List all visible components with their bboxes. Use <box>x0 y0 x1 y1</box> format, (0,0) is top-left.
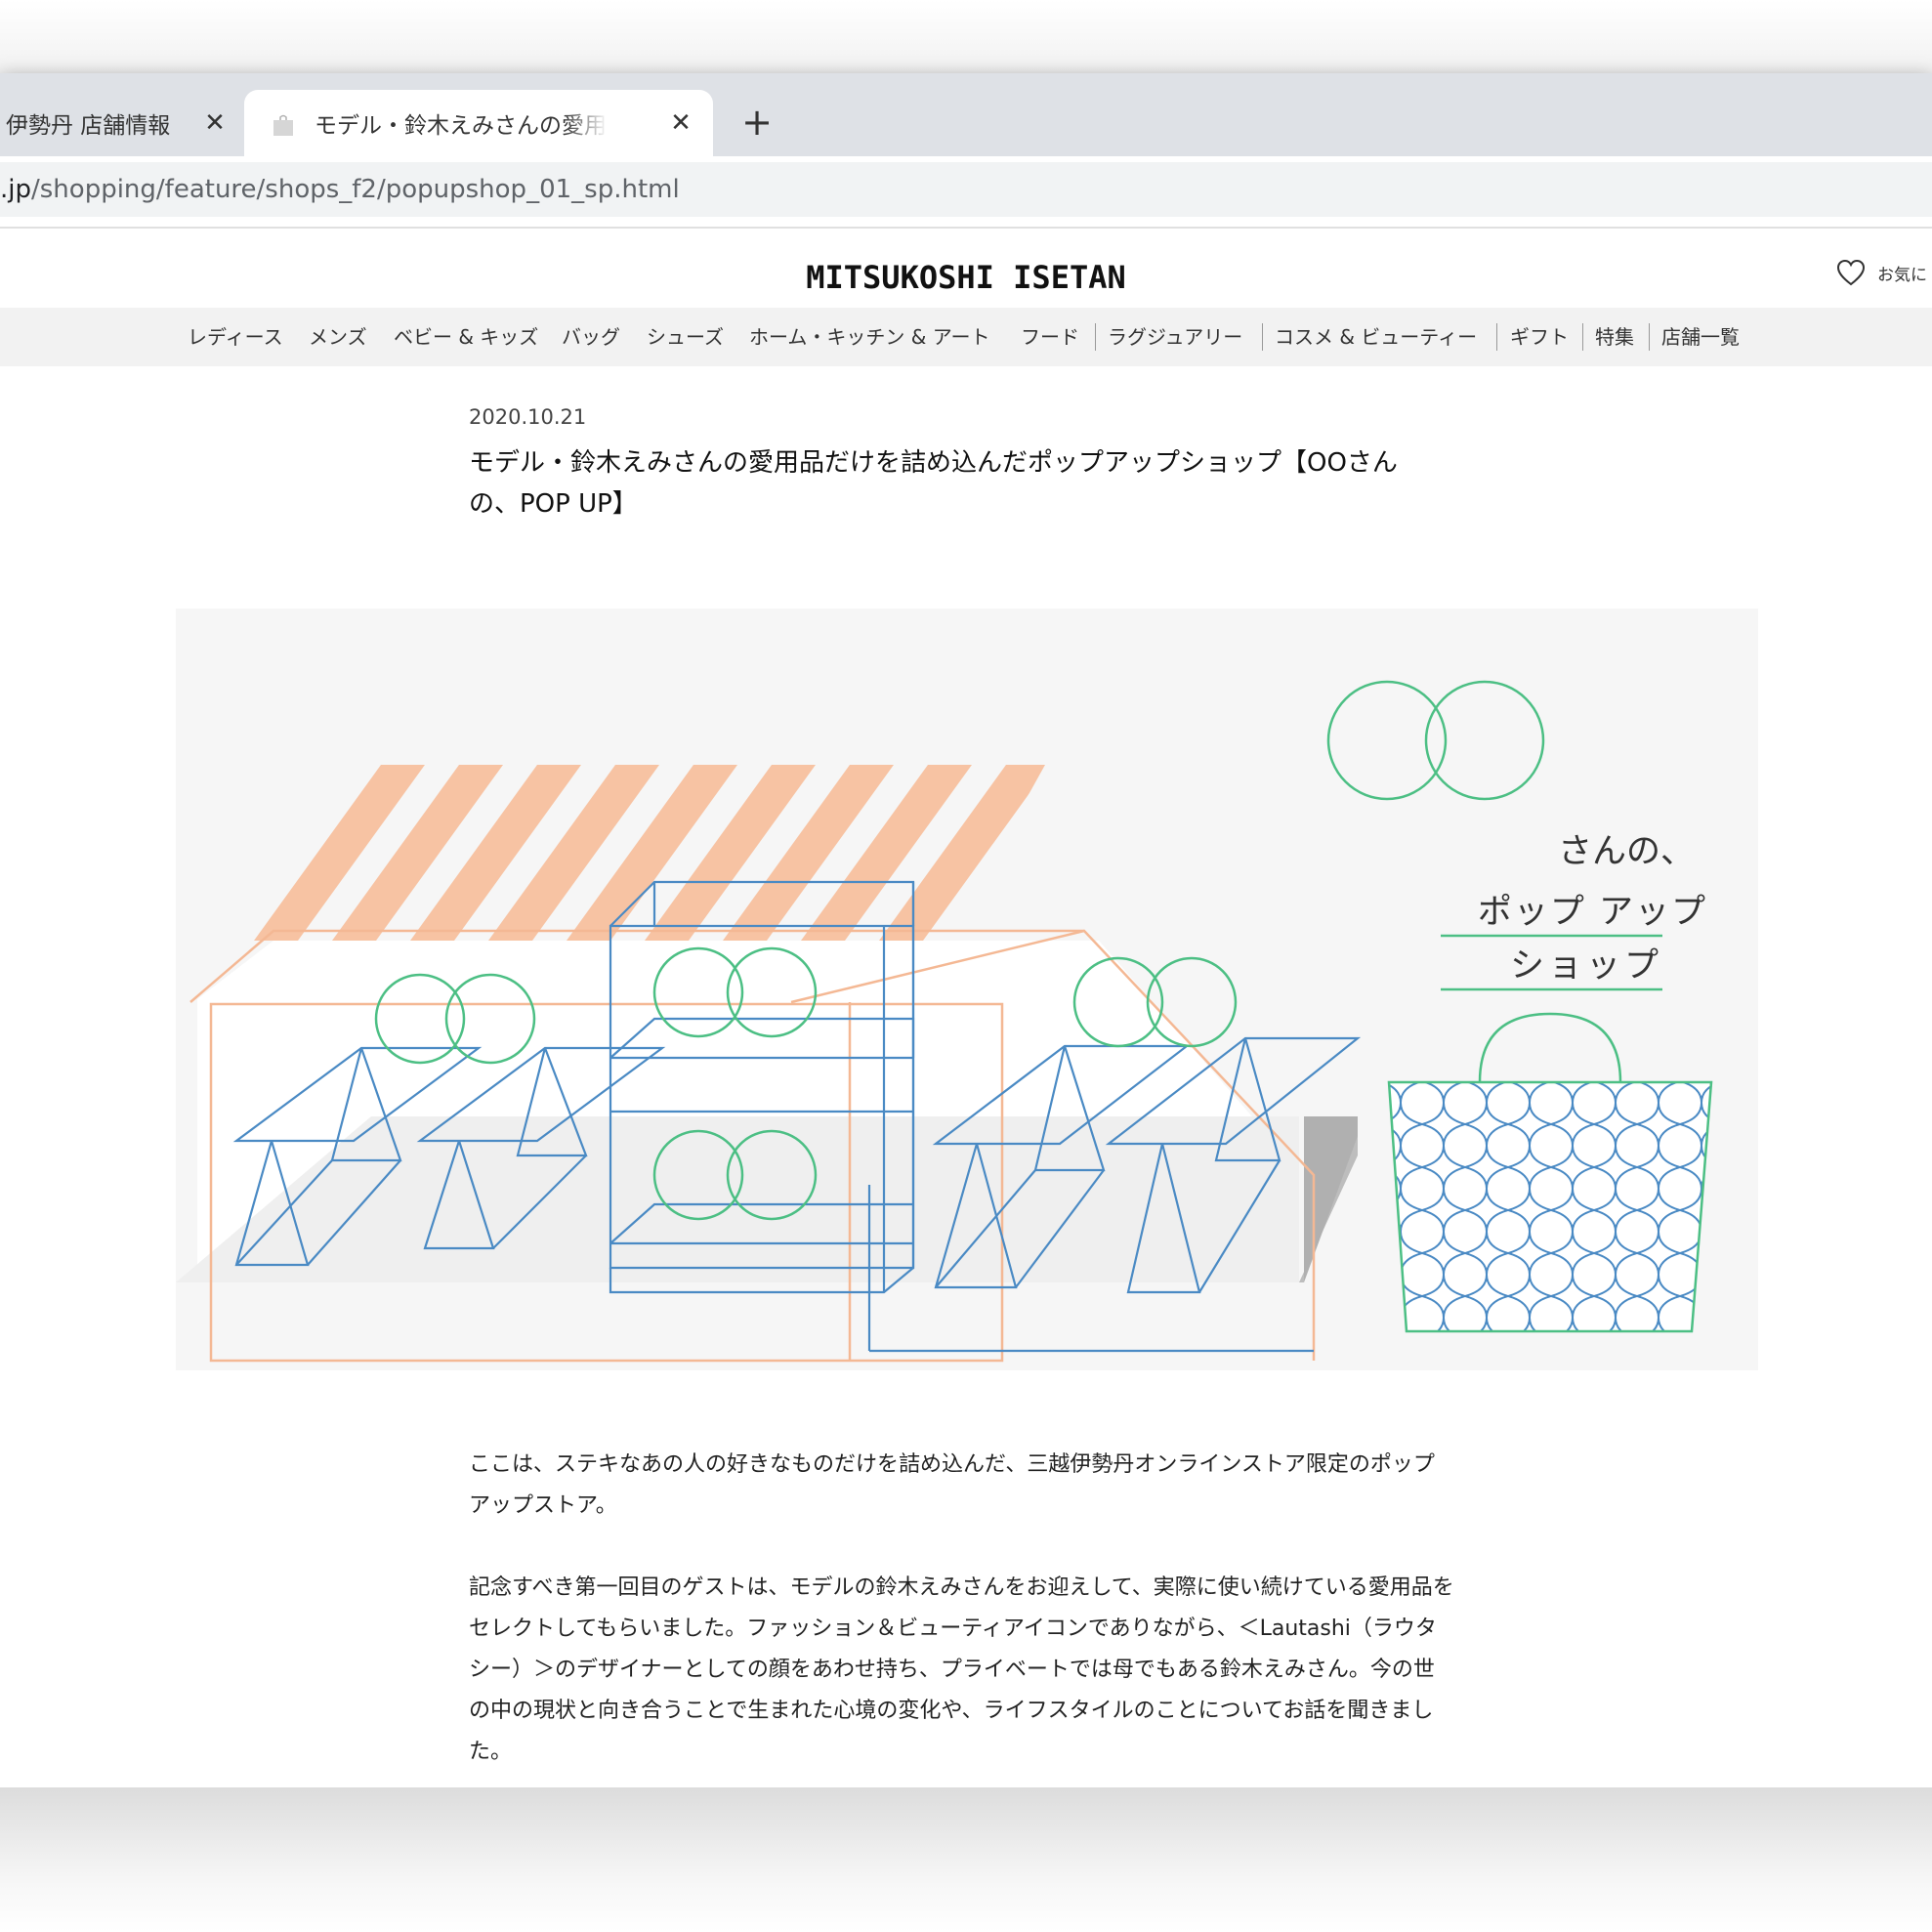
new-tab-plus-icon[interactable]: + <box>737 103 777 142</box>
site-logo[interactable]: MITSUKOSHI ISETAN <box>0 259 1932 296</box>
tab-title: モデル・鈴木えみさんの愛用品だけを詰め込んだポップアップショップ <box>315 113 608 139</box>
nav-item-home-kitchen-art[interactable]: ホーム・キッチン & アート <box>749 308 990 366</box>
roof-awning-stripes <box>254 765 1045 941</box>
nav-divider <box>1496 323 1497 351</box>
address-bar: .jp/shopping/feature/shops_f2/popupshop_… <box>0 156 1932 230</box>
nav-divider <box>1582 323 1583 351</box>
hero-caption-line2: ポップ アップ <box>1478 893 1707 932</box>
browser-window: 伊勢丹 店舗情報 ✕ モデル・鈴木えみさんの愛用品だけを詰め込んだポップアップシ… <box>0 73 1932 1787</box>
nav-item-mens[interactable]: メンズ <box>309 308 367 366</box>
heart-icon <box>1836 259 1866 286</box>
nav-item-luxury[interactable]: ラグジュアリー <box>1108 308 1242 366</box>
close-icon[interactable]: ✕ <box>666 108 695 138</box>
url-field[interactable]: .jp/shopping/feature/shops_f2/popupshop_… <box>0 162 1932 217</box>
url-path: /shopping/feature/shops_f2/popupshop_01_… <box>31 175 680 204</box>
nav-item-baby-kids[interactable]: ベビー & キッズ <box>394 308 538 366</box>
tab-store-info[interactable]: 伊勢丹 店舗情報 ✕ <box>0 90 239 156</box>
hero-caption-line3: ショップ <box>1510 946 1662 986</box>
close-icon[interactable]: ✕ <box>200 108 230 138</box>
url-host: .jp <box>0 175 31 204</box>
category-nav: レディース メンズ ベビー & キッズ バッグ シューズ ホーム・キッチン & … <box>0 308 1932 366</box>
desktop-background-top <box>0 0 1932 73</box>
nav-divider <box>1262 323 1263 351</box>
nav-divider <box>1095 323 1096 351</box>
article-title: モデル・鈴木えみさんの愛用品だけを詰め込んだポップアップショップ【OOさんの、P… <box>469 448 1398 519</box>
nav-item-bags[interactable]: バッグ <box>562 308 620 366</box>
toolbar-divider <box>0 227 1932 229</box>
desktop-background-bottom <box>0 1787 1932 1932</box>
nav-item-shoes[interactable]: シューズ <box>647 308 724 366</box>
nav-item-cosme-beauty[interactable]: コスメ & ビューティー <box>1275 308 1477 366</box>
hero-caption-line1: さんの、 <box>1558 832 1695 871</box>
tab-title: 伊勢丹 店舗情報 <box>6 113 171 139</box>
nav-item-store-list[interactable]: 店舗一覧 <box>1661 308 1740 366</box>
nav-item-food[interactable]: フード <box>1021 308 1079 366</box>
popup-logo-rings <box>1326 680 1545 801</box>
shopping-bag-icon <box>272 113 295 143</box>
tab-popup-article[interactable]: モデル・鈴木えみさんの愛用品だけを詰め込んだポップアップショップ ✕ <box>244 90 713 156</box>
favorites-link[interactable]: お気に <box>1836 259 1927 286</box>
tote-bag <box>1387 1012 1713 1333</box>
article-paragraph: ここは、ステキなあの人の好きなものだけを詰め込んだ、三越伊勢丹オンラインストア限… <box>469 1452 1435 1518</box>
favorites-label: お気に <box>1877 265 1927 285</box>
article-date: 2020.10.21 <box>469 405 587 429</box>
hero-illustration: さんの、 ポップ アップ ショップ <box>176 609 1758 1370</box>
nav-item-gift[interactable]: ギフト <box>1510 308 1569 366</box>
article-paragraph: 記念すべき第一回目のゲストは、モデルの鈴木えみさんをお迎えして、実際に使い続けて… <box>469 1575 1454 1764</box>
site-header: MITSUKOSHI ISETAN お気に <box>0 230 1932 308</box>
nav-item-feature[interactable]: 特集 <box>1595 308 1634 366</box>
nav-divider <box>1649 323 1650 351</box>
nav-item-ladies[interactable]: レディース <box>188 308 283 366</box>
tab-bar: 伊勢丹 店舗情報 ✕ モデル・鈴木えみさんの愛用品だけを詰め込んだポップアップシ… <box>0 73 1932 156</box>
